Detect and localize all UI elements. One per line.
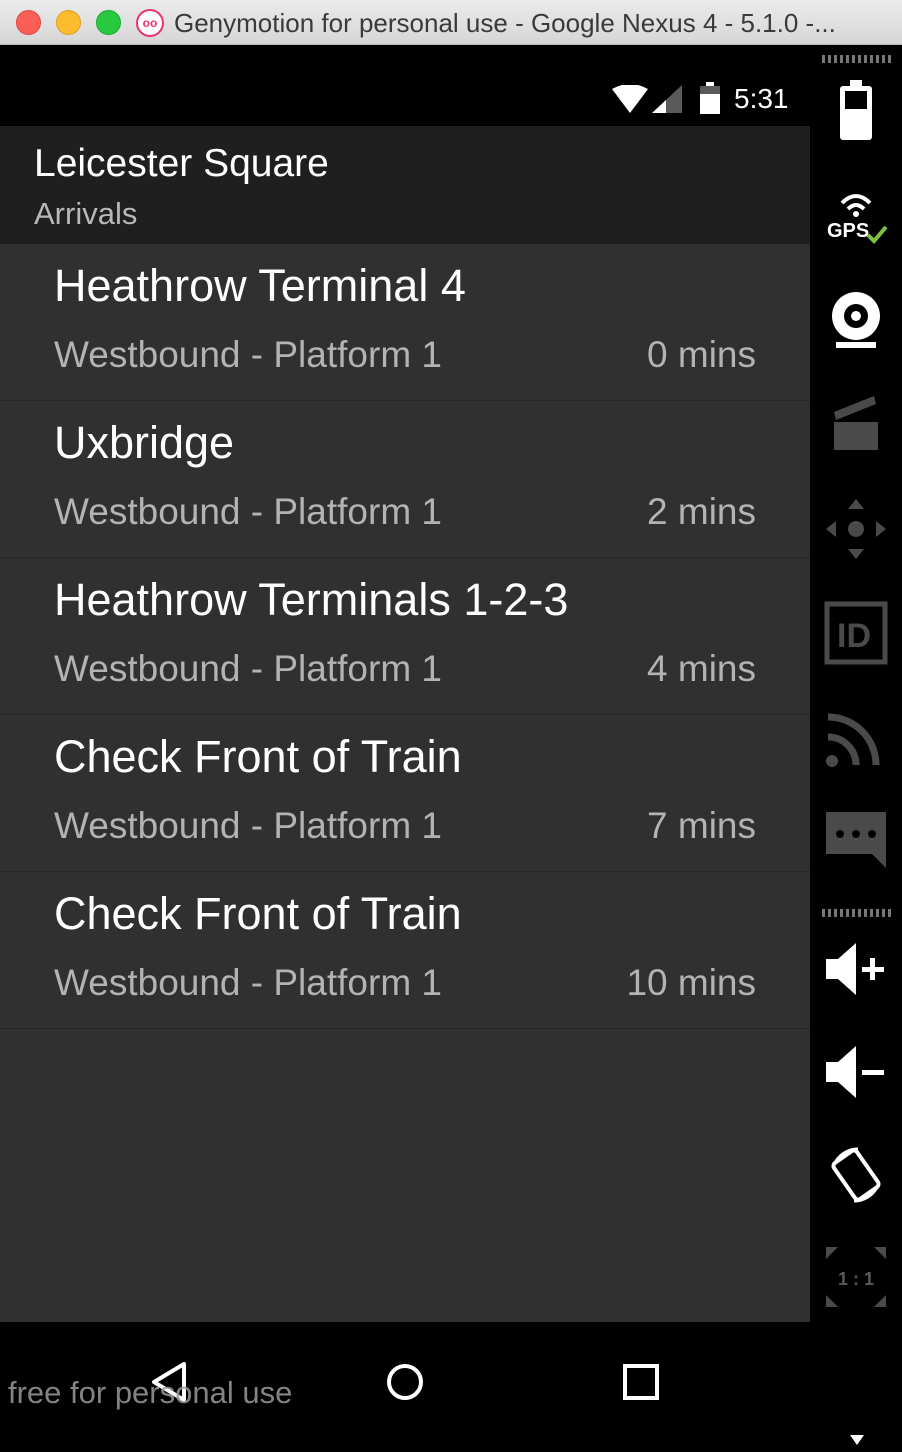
rotate-icon[interactable] <box>824 1143 888 1207</box>
destination-label: Heathrow Terminal 4 <box>54 260 466 311</box>
cell-signal-icon <box>652 85 682 113</box>
destination-label: Check Front of Train <box>54 731 462 782</box>
platform-label: Westbound - Platform 1 <box>54 334 442 375</box>
platform-label: Westbound - Platform 1 <box>54 962 442 1003</box>
list-item[interactable]: Uxbridge Westbound - Platform 1 2 mins <box>0 401 810 558</box>
platform-label: Westbound - Platform 1 <box>54 648 442 689</box>
page-subtitle: Arrivals <box>34 196 138 231</box>
action-bar: Leicester Square Arrivals <box>0 126 810 244</box>
pixel-perfect-icon[interactable]: 1 : 1 <box>824 1245 888 1309</box>
device-id-icon[interactable]: ID <box>824 601 888 665</box>
eta-label: 2 mins <box>647 491 756 532</box>
wifi-icon <box>612 85 648 113</box>
destination-label: Heathrow Terminals 1-2-3 <box>54 574 569 625</box>
home-icon[interactable] <box>375 1352 435 1412</box>
window-title: Genymotion for personal use - Google Nex… <box>174 8 836 38</box>
zoom-window-button[interactable] <box>96 10 121 35</box>
list-item[interactable]: Heathrow Terminal 4 Westbound - Platform… <box>0 244 810 401</box>
eta-label: 0 mins <box>647 334 756 375</box>
minimize-window-button[interactable] <box>56 10 81 35</box>
status-bar: 5:31 <box>0 45 810 126</box>
status-time: 5:31 <box>734 83 789 114</box>
window-titlebar: oo Genymotion for personal use - Google … <box>0 0 902 45</box>
capture-icon[interactable] <box>824 390 888 454</box>
device-id-label: ID <box>837 617 871 655</box>
gps-label: GPS <box>827 220 869 242</box>
gps-icon[interactable]: GPS <box>824 183 888 247</box>
volume-down-icon[interactable] <box>824 1040 888 1104</box>
genymotion-sidebar: GPS ID 1: 1 <box>810 45 902 1452</box>
pixel-ratio-label: 1 : 1 <box>838 1269 874 1289</box>
eta-label: 10 mins <box>626 962 756 1003</box>
platform-label: Westbound - Platform 1 <box>54 491 442 532</box>
drag-grip[interactable] <box>822 55 892 63</box>
chevron-down-icon[interactable] <box>850 1435 864 1445</box>
list-item[interactable]: Check Front of Train Westbound - Platfor… <box>0 872 810 1029</box>
recent-apps-icon[interactable] <box>611 1352 671 1412</box>
sms-icon[interactable] <box>824 808 888 872</box>
dpad-icon[interactable] <box>824 497 888 561</box>
close-window-button[interactable] <box>16 10 41 35</box>
volume-up-icon[interactable] <box>824 937 888 1001</box>
battery-status-icon <box>700 82 720 114</box>
eta-label: 7 mins <box>647 805 756 846</box>
destination-label: Check Front of Train <box>54 888 462 939</box>
arrivals-list: Heathrow Terminal 4 Westbound - Platform… <box>0 244 810 1322</box>
battery-icon[interactable] <box>824 78 888 142</box>
list-item[interactable]: Check Front of Train Westbound - Platfor… <box>0 715 810 872</box>
network-icon[interactable] <box>824 705 888 769</box>
list-item[interactable]: Heathrow Terminals 1-2-3 Westbound - Pla… <box>0 558 810 715</box>
device-screen: 5:31 Leicester Square Arrivals Heathrow … <box>0 45 810 1452</box>
eta-label: 4 mins <box>647 648 756 689</box>
destination-label: Uxbridge <box>54 417 235 468</box>
page-title: Leicester Square <box>34 142 329 185</box>
genymotion-logo-icon: oo <box>136 9 164 37</box>
watermark-text: free for personal use <box>8 1375 293 1410</box>
platform-label: Westbound - Platform 1 <box>54 805 442 846</box>
drag-grip[interactable] <box>822 909 892 917</box>
webcam-icon[interactable] <box>824 288 888 352</box>
